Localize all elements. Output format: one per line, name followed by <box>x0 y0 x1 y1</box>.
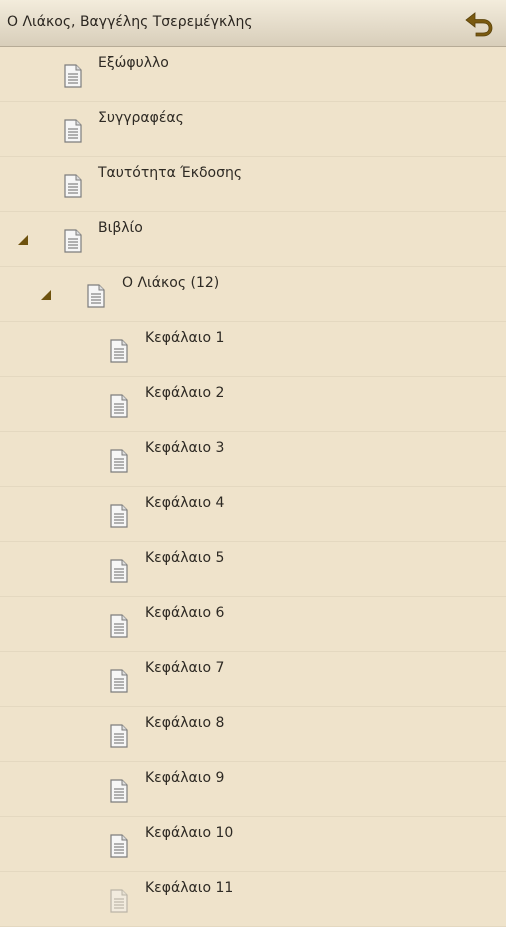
tree-item[interactable]: Συγγραφέας <box>0 102 506 157</box>
tree-item-chapter[interactable]: Κεφάλαιο 10 <box>0 817 506 872</box>
document-icon <box>87 284 105 308</box>
tree-item-chapter[interactable]: Κεφάλαιο 4 <box>0 487 506 542</box>
document-icon <box>64 174 82 198</box>
tree-item-label: Κεφάλαιο 8 <box>145 715 225 731</box>
document-icon <box>110 394 128 418</box>
tree-item-label: Κεφάλαιο 5 <box>145 550 225 566</box>
tree-item-chapter[interactable]: Κεφάλαιο 6 <box>0 597 506 652</box>
tree-item-label: Κεφάλαιο 9 <box>145 770 225 786</box>
title-bar: Ο Λιάκος, Βαγγέλης Τσερεμέγκλης <box>0 0 506 47</box>
back-button[interactable] <box>462 8 496 40</box>
page-title: Ο Λιάκος, Βαγγέλης Τσερεμέγκλης <box>7 14 253 30</box>
document-icon <box>110 614 128 638</box>
document-icon <box>64 64 82 88</box>
document-icon <box>110 889 128 913</box>
tree-item-chapter[interactable]: Κεφάλαιο 8 <box>0 707 506 762</box>
document-icon <box>110 339 128 363</box>
tree-item-label: Κεφάλαιο 2 <box>145 385 225 401</box>
document-icon <box>110 724 128 748</box>
tree-item-chapter[interactable]: Κεφάλαιο 1 <box>0 322 506 377</box>
tree-item-label: Ταυτότητα Έκδοσης <box>98 165 243 181</box>
tree-item-chapter[interactable]: Κεφάλαιο 7 <box>0 652 506 707</box>
document-icon <box>110 779 128 803</box>
tree-item-chapter[interactable]: Κεφάλαιο 3 <box>0 432 506 487</box>
tree-item-label: Εξώφυλλο <box>98 55 169 71</box>
tree-item-book[interactable]: Βιβλίο <box>0 212 506 267</box>
tree-item-label: Κεφάλαιο 4 <box>145 495 225 511</box>
tree-item-label: Κεφάλαιο 3 <box>145 440 225 456</box>
tree-item-label: Ο Λιάκος (12) <box>122 275 220 291</box>
tree-item-chapter[interactable]: Κεφάλαιο 2 <box>0 377 506 432</box>
document-icon <box>110 669 128 693</box>
tree-item-chapter[interactable]: Κεφάλαιο 9 <box>0 762 506 817</box>
document-icon <box>64 119 82 143</box>
tree-item-chapter[interactable]: Κεφάλαιο 5 <box>0 542 506 597</box>
tree-item-label: Βιβλίο <box>98 220 143 236</box>
expanded-triangle-icon[interactable] <box>17 234 29 246</box>
tree-item-label: Κεφάλαιο 6 <box>145 605 225 621</box>
expanded-triangle-icon[interactable] <box>40 289 52 301</box>
document-icon <box>110 449 128 473</box>
document-icon <box>64 229 82 253</box>
tree-item[interactable]: Εξώφυλλο <box>0 47 506 102</box>
tree-item[interactable]: Ταυτότητα Έκδοσης <box>0 157 506 212</box>
toc-tree: Εξώφυλλο Συγγραφέας Ταυτότητα Έκδοσης Βι… <box>0 47 506 927</box>
tree-item-label: Κεφάλαιο 10 <box>145 825 234 841</box>
tree-item-label: Κεφάλαιο 7 <box>145 660 225 676</box>
tree-item-label: Κεφάλαιο 11 <box>145 880 234 896</box>
document-icon <box>110 834 128 858</box>
tree-item-label: Συγγραφέας <box>98 110 184 126</box>
document-icon <box>110 559 128 583</box>
tree-item-section[interactable]: Ο Λιάκος (12) <box>0 267 506 322</box>
back-arrow-icon <box>465 12 493 37</box>
document-icon <box>110 504 128 528</box>
tree-item-label: Κεφάλαιο 1 <box>145 330 225 346</box>
